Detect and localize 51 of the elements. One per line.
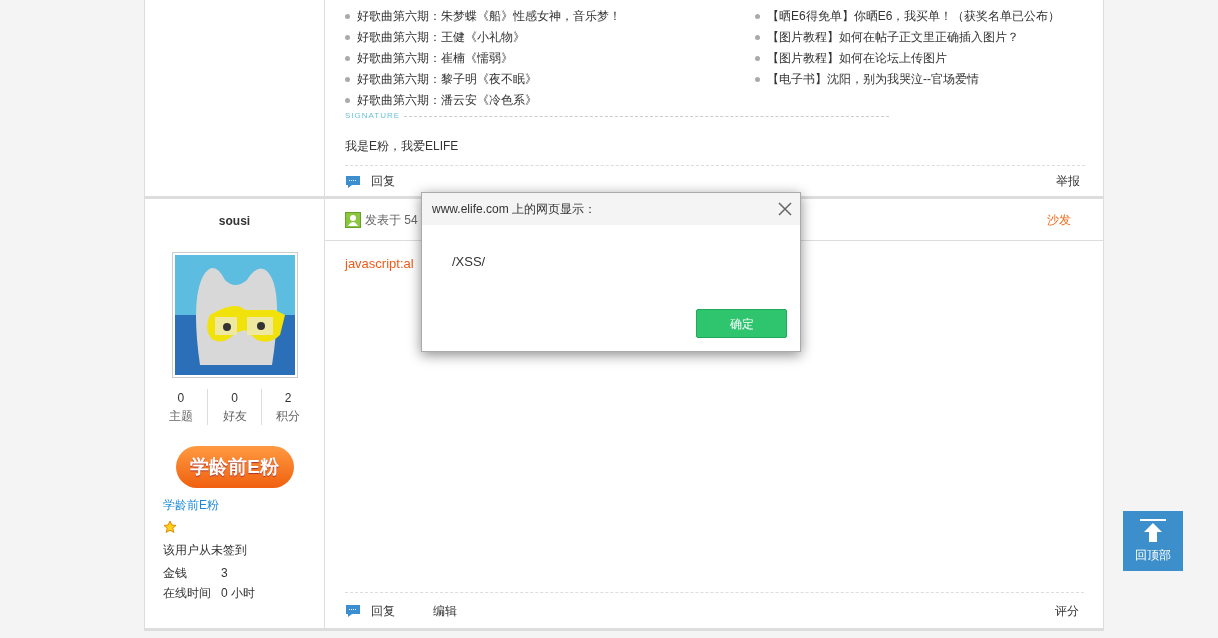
detail-label: 在线时间: [163, 585, 212, 602]
signature-label: SIGNATURE: [345, 111, 401, 121]
detail-value: 0 小时: [221, 585, 255, 602]
bullet-icon: [345, 98, 350, 103]
thread-link[interactable]: 【晒E6得免单】你晒E6，我买单！（获奖名单已公布）: [767, 6, 1061, 27]
close-icon: [778, 202, 792, 216]
bullet-icon: [755, 35, 760, 40]
stat-value: 0: [176, 390, 186, 407]
thread-link[interactable]: 好歌曲第六期：朱梦蝶《船》性感女神，音乐梦！: [357, 6, 621, 27]
sign-status: 该用户从未签到: [163, 542, 248, 559]
username[interactable]: sousi: [218, 212, 251, 230]
speech-bubble-icon: [345, 604, 361, 617]
speech-bubble-icon: [345, 174, 361, 188]
reply-button[interactable]: 回复: [345, 601, 395, 620]
arrow-up-icon: [1139, 518, 1167, 543]
bullet-icon: [345, 77, 350, 82]
dialog-title: www.elife.com 上的网页显示：: [432, 201, 597, 218]
bullet-icon: [755, 56, 760, 61]
close-button[interactable]: [778, 202, 792, 216]
dialog-message: /XSS/: [451, 253, 487, 271]
bullet-icon: [755, 77, 760, 82]
star-icon: [163, 520, 177, 534]
user-icon: [345, 211, 361, 228]
thread-link[interactable]: 【图片教程】如何在论坛上传图片: [767, 48, 947, 69]
bullet-icon: [345, 14, 350, 19]
bullet-icon: [345, 35, 350, 40]
detail-label: 金钱: [163, 565, 188, 582]
stat-label: 积分: [275, 408, 302, 425]
thread-link[interactable]: 好歌曲第六期：王健《小礼物》: [357, 27, 525, 48]
report-link[interactable]: 举报: [1056, 172, 1080, 190]
rank-link[interactable]: 学龄前E粉: [163, 495, 219, 515]
thread-link[interactable]: 【图片教程】如何在帖子正文里正确插入图片？: [767, 27, 1019, 48]
reply-button[interactable]: 回复: [345, 172, 395, 190]
thread-link[interactable]: 好歌曲第六期：潘云安《冷色系》: [357, 90, 537, 111]
stat-label: 主题: [167, 408, 194, 425]
signature-text: 我是E粉，我爱ELIFE: [345, 138, 460, 155]
back-to-top-button[interactable]: 回顶部: [1123, 511, 1183, 571]
edit-button[interactable]: 编辑: [433, 601, 457, 620]
thread-link[interactable]: 【电子书】沈阳，别为我哭泣--官场爱情: [767, 69, 979, 90]
bullet-icon: [755, 14, 760, 19]
thread-link[interactable]: 好歌曲第六期：崔楠《懦弱》: [357, 48, 513, 69]
rank-badge: 学龄前E粉: [175, 446, 294, 488]
detail-value: 3: [221, 565, 228, 582]
bullet-icon: [345, 56, 350, 61]
rate-link[interactable]: 评分: [1055, 601, 1079, 620]
post-time: 发表于 54: [365, 211, 418, 229]
stat-label: 好友: [221, 408, 248, 425]
thread-link[interactable]: 好歌曲第六期：黎子明《夜不眠》: [357, 69, 537, 90]
stat-value: 0: [230, 390, 239, 407]
stat-value: 2: [283, 390, 293, 407]
post-content: javascript:al: [345, 255, 414, 273]
